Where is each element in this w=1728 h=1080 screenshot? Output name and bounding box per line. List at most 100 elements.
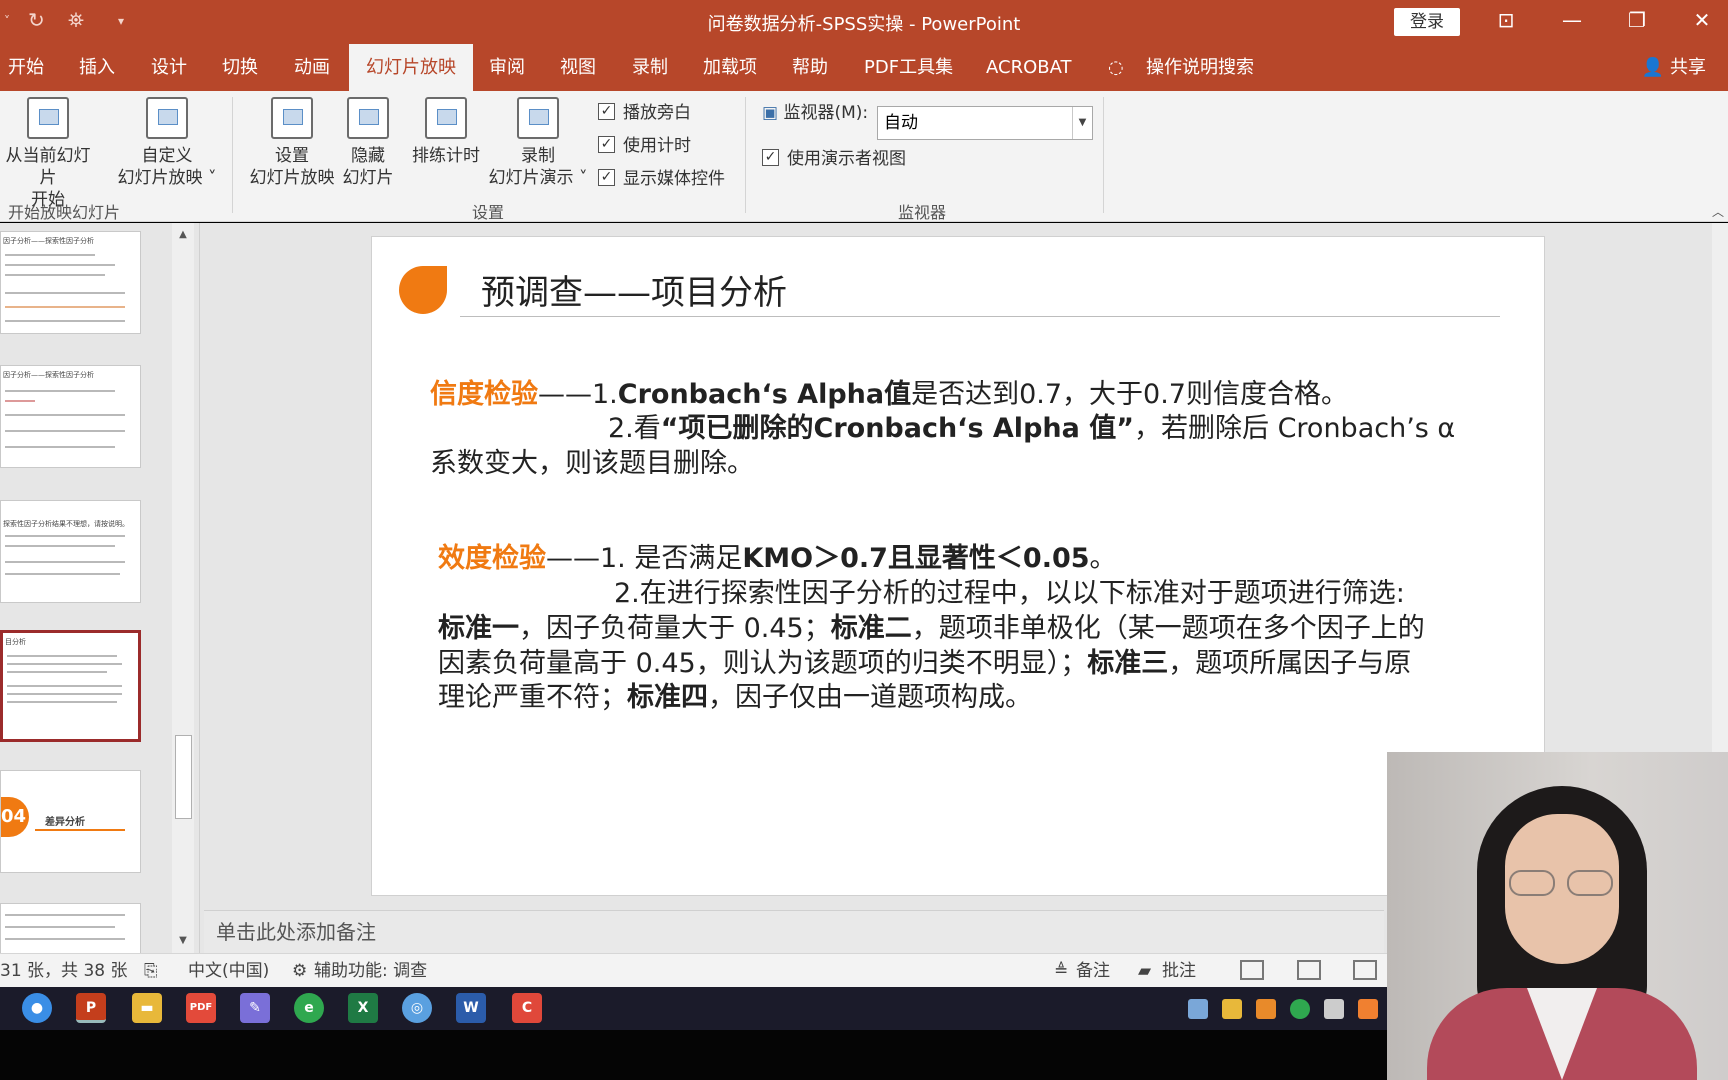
rehearse-timings-button[interactable]: 排练计时 [406, 97, 486, 167]
monitor-select[interactable]: 自动 ▼ [877, 106, 1093, 140]
tab-help[interactable]: 帮助 [792, 44, 828, 91]
slide-thumbnail[interactable]: 因子分析——探索性因子分析 [0, 231, 141, 334]
use-timings-checkbox[interactable]: ✓ 使用计时 [598, 134, 691, 158]
thumbnail-line [35, 829, 125, 831]
notes-pane[interactable]: 单击此处添加备注 [204, 910, 1384, 953]
custom-slideshow-button[interactable]: 自定义 幻灯片放映 ˅ [112, 97, 222, 189]
tab-slideshow[interactable]: 幻灯片放映 [349, 44, 473, 91]
scroll-down-icon[interactable]: ▼ [172, 931, 194, 951]
record-slideshow-button[interactable]: 录制 幻灯片演示 ˅ [486, 97, 590, 189]
slide-thumbnail[interactable]: 因子分析——探索性因子分析 [0, 365, 141, 468]
notes-button[interactable]: 备注 [1076, 954, 1110, 988]
folder-icon[interactable]: ▬ [132, 993, 162, 1023]
powerpoint-icon[interactable]: P [76, 993, 106, 1023]
chrome-icon[interactable]: ● [22, 993, 52, 1023]
word-icon[interactable]: W [456, 993, 486, 1023]
tray-app-icon[interactable] [1188, 999, 1208, 1019]
collapse-ribbon-icon[interactable]: ︿ [1712, 203, 1724, 220]
tray-sync-icon[interactable] [1358, 999, 1378, 1019]
validity-line-2[interactable]: 2.在进行探索性因子分析的过程中，以以下标准对于题项进行筛选: [614, 577, 1405, 611]
thumbnail-title: 目分析 [5, 638, 26, 646]
login-button[interactable]: 登录 [1394, 8, 1460, 36]
tab-record[interactable]: 录制 [632, 44, 668, 91]
slide-title[interactable]: 预调查——项目分析 [481, 265, 787, 314]
validity-line-1[interactable]: 效度检验——1. 是否满足KMO＞0.7且显著性＜0.05。 [438, 542, 1117, 576]
tab-acrobat[interactable]: ACROBAT [986, 44, 1072, 91]
excel-icon[interactable]: X [348, 993, 378, 1023]
slide-thumbnail-selected[interactable]: 目分析 [0, 630, 141, 742]
scroll-up-icon[interactable]: ▲ [172, 225, 194, 245]
comments-button[interactable]: 批注 [1162, 954, 1196, 988]
thumbnail-line [5, 390, 115, 392]
browser-icon[interactable]: e [294, 993, 324, 1023]
person-icon: 👤 [1641, 57, 1665, 78]
thumbnail-line [5, 254, 95, 256]
show-media-controls-checkbox[interactable]: ✓ 显示媒体控件 [598, 167, 725, 191]
reading-view-icon[interactable] [1353, 960, 1377, 980]
tab-review[interactable]: 审阅 [489, 44, 525, 91]
tab-home[interactable]: 开始 [8, 44, 44, 91]
setup-slideshow-button[interactable]: 设置 幻灯片放映 [244, 97, 340, 189]
share-button[interactable]: 👤 共享 [1642, 44, 1706, 91]
slide-canvas[interactable]: 预调查——项目分析 信度检验——1.Cronbach‘s Alpha值是否达到0… [371, 236, 1545, 896]
slide-thumbnail[interactable]: 探索性因子分析结果不理想，请按说明。 [0, 500, 141, 603]
normal-view-icon[interactable] [1240, 960, 1264, 980]
scrollbar-thumb[interactable] [175, 735, 192, 819]
title-divider [460, 316, 1500, 317]
screen-recorder-icon[interactable]: C [512, 993, 542, 1023]
minimize-icon[interactable]: — [1552, 8, 1592, 32]
restore-icon[interactable]: ❐ [1617, 8, 1657, 32]
slide-thumbnail[interactable] [0, 903, 141, 955]
tab-addins[interactable]: 加载项 [703, 44, 757, 91]
shield-icon[interactable] [1256, 999, 1276, 1019]
reliability-line-1[interactable]: 信度检验——1.Cronbach‘s Alpha值是否达到0.7，大于0.7则信… [430, 378, 1348, 412]
slide-sorter-icon[interactable] [1297, 960, 1321, 980]
from-current-slide-button[interactable]: 从当前幻灯片 开始 [0, 97, 96, 211]
accessibility-icon: ⚙ [292, 961, 308, 981]
spellcheck-icon[interactable]: ⎘ [144, 954, 158, 988]
display-icon[interactable] [1324, 999, 1344, 1019]
hide-slide-icon [347, 97, 389, 139]
thumbnail-line [7, 685, 122, 687]
tab-animations[interactable]: 动画 [294, 44, 330, 91]
hide-slide-button[interactable]: 隐藏 幻灯片 [340, 97, 396, 189]
reliability-line-3[interactable]: 系数变大，则该题目删除。 [430, 447, 754, 481]
slide-thumbnail[interactable]: 04 差异分析 [0, 770, 141, 873]
language-indicator[interactable]: 中文(中国) [188, 954, 269, 988]
thumbnail-line [5, 535, 125, 537]
tray-browser-icon[interactable] [1290, 999, 1310, 1019]
checkmark-icon: ✓ [762, 148, 779, 166]
chevron-down-icon[interactable]: ▼ [1072, 107, 1092, 139]
network-app-icon[interactable]: ◎ [402, 993, 432, 1023]
validity-line-4[interactable]: 因素负荷量高于 0.45，则认为该题项的归类不明显）；标准三，题项所属因子与原 [438, 647, 1411, 681]
accessibility-status[interactable]: 辅助功能: 调查 [314, 954, 427, 988]
tab-transitions[interactable]: 切换 [222, 44, 258, 91]
tab-design[interactable]: 设计 [151, 44, 187, 91]
tab-insert[interactable]: 插入 [79, 44, 115, 91]
standard-1-text: ，因子负荷量大于 0.45； [519, 613, 831, 644]
webcam-overlay [1387, 752, 1728, 1080]
tell-me-search[interactable]: 操作说明搜索 [1146, 44, 1254, 91]
validity-line-5[interactable]: 理论严重不符；标准四，因子仅由一道题项构成。 [438, 681, 1032, 715]
thumbnail-scrollbar[interactable]: ▲ ▼ [172, 223, 194, 953]
checkmark-icon: ✓ [598, 168, 615, 186]
tab-pdf-tools[interactable]: PDF工具集 [864, 44, 953, 91]
reliability-line-2[interactable]: 2.看“项已删除的Cronbach‘s Alpha 值”，若删除后 Cronba… [608, 412, 1455, 446]
lightbulb-icon[interactable]: ◌ [1108, 44, 1124, 91]
window-title: 问卷数据分析-SPSS实操 - PowerPoint [707, 14, 1021, 35]
close-icon[interactable]: ✕ [1682, 8, 1722, 32]
record-label-1: 录制 [521, 146, 555, 166]
ribbon-display-icon[interactable]: ⊡ [1486, 8, 1526, 32]
slide-scrollbar[interactable] [1712, 223, 1728, 829]
validity-line-3[interactable]: 标准一，因子负荷量大于 0.45；标准二，题项非单极化（某一题项在多个因子上的 [438, 612, 1425, 646]
custom-label-1: 自定义 [141, 146, 193, 166]
presenter-view-checkbox[interactable]: ✓ 使用演示者视图 [762, 147, 906, 171]
image-editor-icon[interactable]: ✎ [240, 993, 270, 1023]
tab-view[interactable]: 视图 [560, 44, 596, 91]
monitor-select-value: 自动 [884, 113, 918, 133]
play-narrations-checkbox[interactable]: ✓ 播放旁白 [598, 101, 691, 125]
thumbnail-line [5, 545, 115, 547]
pdf-icon[interactable]: PDF [186, 993, 216, 1023]
reliability-bold-2: “项已删除的Cronbach‘s Alpha 值” [660, 413, 1134, 444]
tray-folder-icon[interactable] [1222, 999, 1242, 1019]
